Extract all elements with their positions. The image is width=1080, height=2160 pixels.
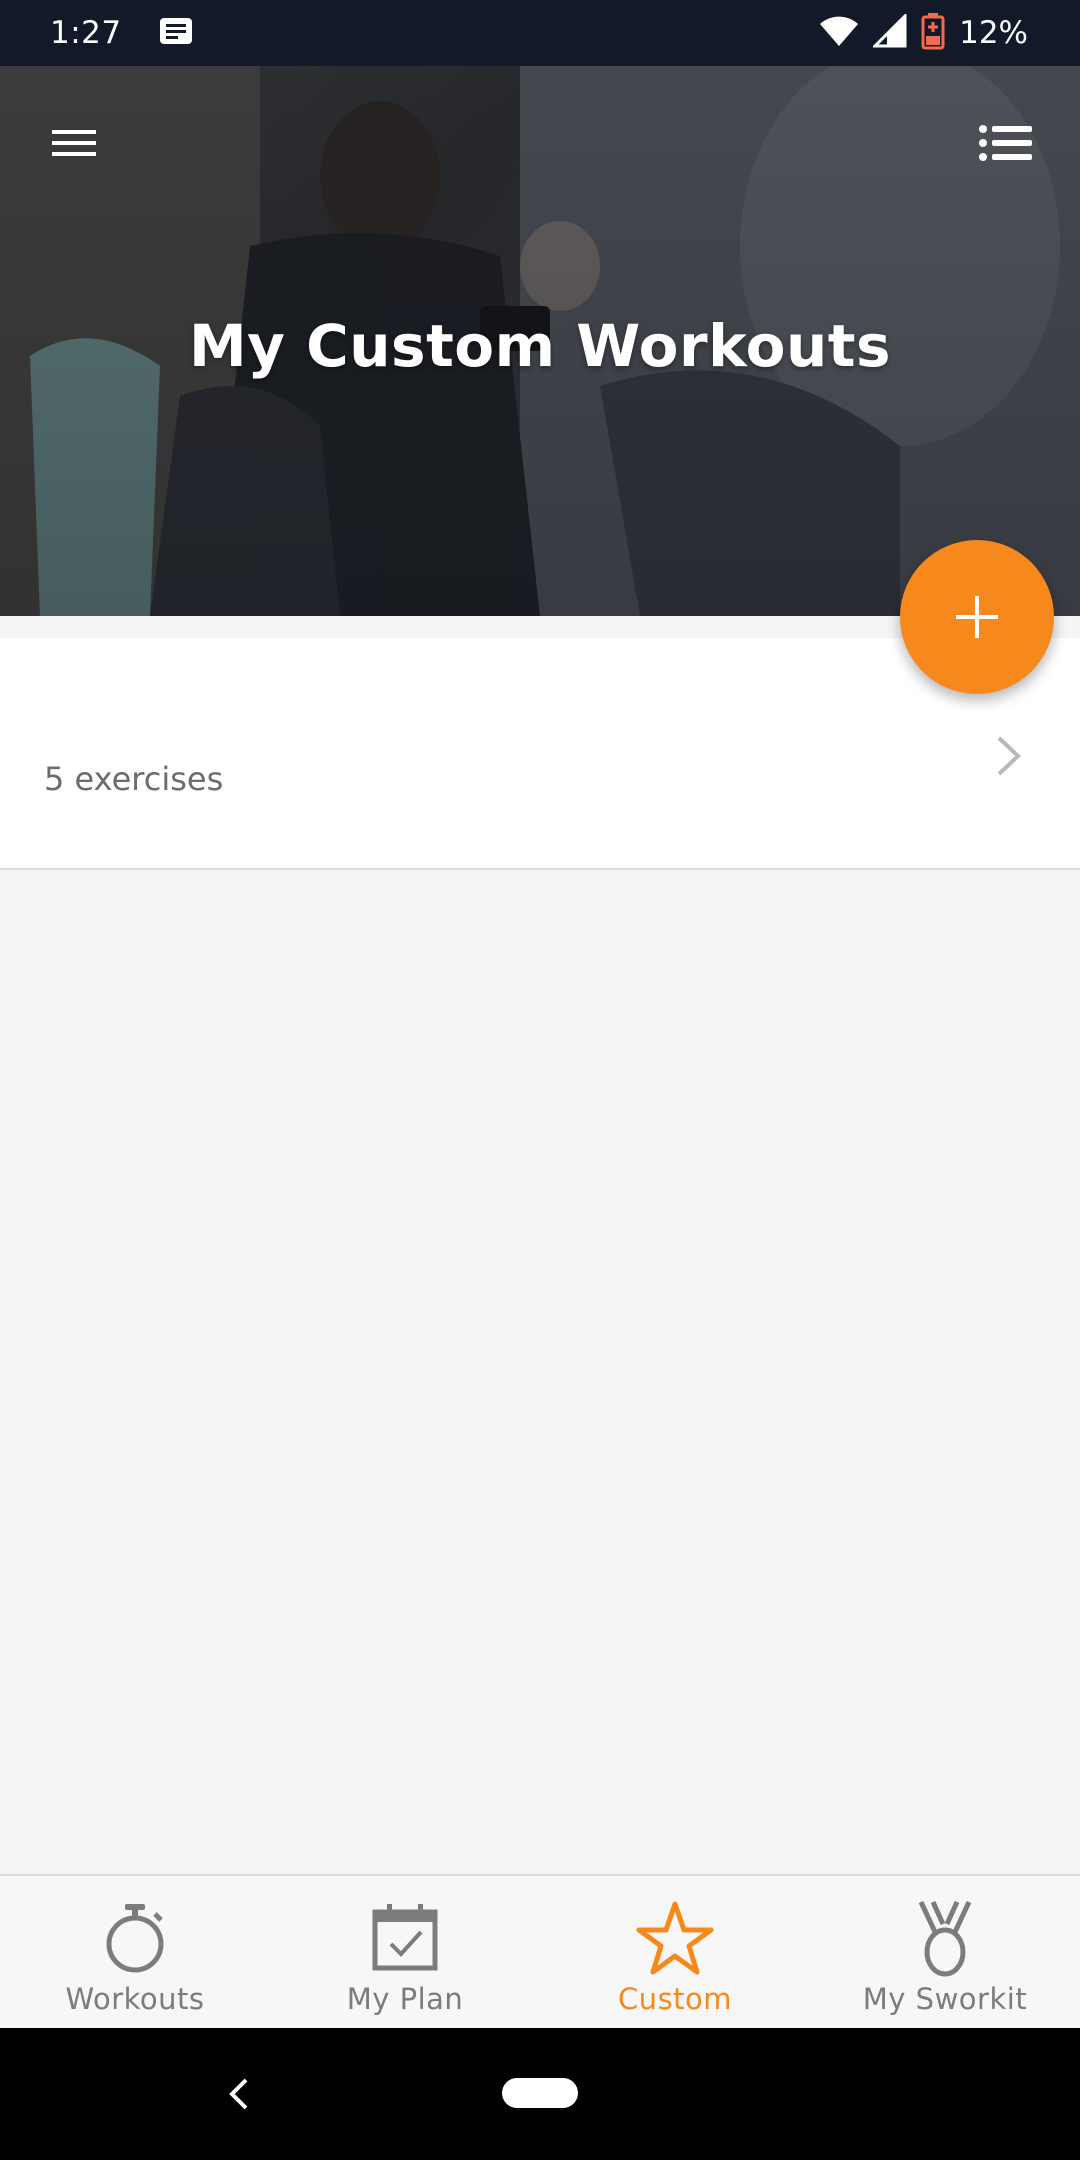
nav-label-workouts: Workouts <box>65 1982 205 2016</box>
status-left: 1:27 <box>50 15 194 51</box>
medal-icon <box>918 1900 972 1977</box>
bottom-nav: Workouts My Plan Custom My Sworkit <box>0 1874 1080 2028</box>
star-icon <box>636 1901 714 1975</box>
battery-icon <box>921 12 945 54</box>
hero-header: My Custom Workouts <box>0 66 1080 616</box>
status-bar: 1:27 12% <box>0 0 1080 66</box>
message-icon <box>158 16 194 50</box>
nav-label-my-sworkit: My Sworkit <box>862 1982 1028 2016</box>
status-time: 1:27 <box>50 15 122 51</box>
app-screen: 1:27 12% My Custom Workouts 5 exercises … <box>0 0 1080 2160</box>
add-workout-button[interactable] <box>900 540 1054 694</box>
list-view-icon <box>979 125 1032 161</box>
nav-item-my-plan[interactable]: My Plan <box>270 1876 540 2028</box>
stopwatch-icon <box>106 1904 164 1973</box>
chevron-right-icon <box>997 736 1021 776</box>
page-title: My Custom Workouts <box>188 312 892 380</box>
workout-list-item[interactable]: 5 exercises <box>0 638 1080 870</box>
nav-label-custom: Custom <box>617 1982 733 2016</box>
calendar-check-icon <box>372 1904 438 1971</box>
status-right: 12% <box>819 12 1028 54</box>
nav-label-my-plan: My Plan <box>346 1982 464 2016</box>
back-icon[interactable] <box>226 2076 252 2112</box>
home-button[interactable] <box>502 2078 578 2108</box>
menu-button[interactable] <box>44 118 104 168</box>
nav-item-workouts[interactable]: Workouts <box>0 1876 270 2028</box>
hamburger-menu-icon <box>52 130 96 156</box>
wifi-icon <box>819 14 859 52</box>
battery-percent: 12% <box>959 15 1028 51</box>
plus-icon <box>956 596 998 638</box>
list-view-button[interactable] <box>974 118 1036 168</box>
nav-item-my-sworkit[interactable]: My Sworkit <box>810 1876 1080 2028</box>
nav-item-custom[interactable]: Custom <box>540 1876 810 2028</box>
exercise-count: 5 exercises <box>44 760 224 798</box>
system-nav-bar <box>0 2028 1080 2160</box>
signal-icon <box>871 12 907 52</box>
